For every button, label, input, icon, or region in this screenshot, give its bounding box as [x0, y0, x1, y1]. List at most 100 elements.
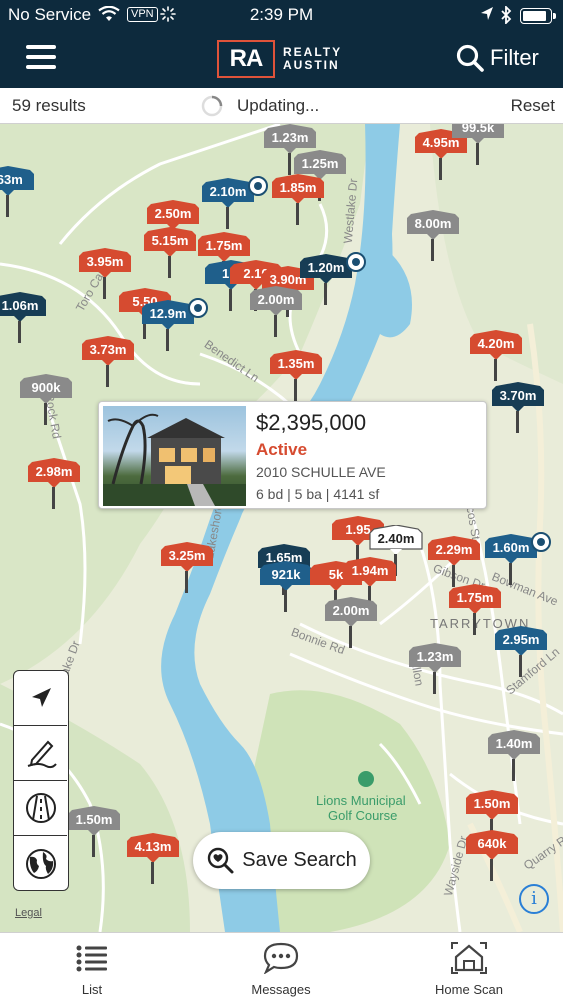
pin-price-label: 3.73m	[89, 342, 127, 357]
listing-pin[interactable]: 5.15m	[142, 227, 198, 278]
listing-photo[interactable]	[103, 406, 246, 506]
listing-pin[interactable]: 1.40m	[486, 730, 542, 781]
tab-bar: List Messages Home Scan	[0, 932, 563, 1000]
listing-pin[interactable]: 2.29m	[426, 536, 482, 587]
bluetooth-icon	[500, 4, 512, 29]
pin-price-label: 2.95m	[502, 632, 540, 647]
open-house-badge-icon	[188, 298, 208, 318]
satellite-button[interactable]	[14, 836, 67, 891]
location-button[interactable]	[14, 671, 67, 726]
pin-stick	[296, 203, 299, 225]
listing-pin[interactable]: .63m	[0, 166, 36, 217]
pin-price-label: 4.13m	[134, 839, 172, 854]
listing-pin[interactable]: 1.94m	[342, 557, 398, 608]
listing-pin[interactable]: 2.50m	[145, 200, 201, 251]
pin-stick	[476, 143, 479, 165]
pin-price-label: 8.00m	[414, 216, 452, 231]
listing-pin[interactable]: 3.70m	[490, 382, 546, 433]
pin-price-label: 1.50m	[473, 796, 511, 811]
pin-stick	[168, 256, 171, 278]
listing-pin[interactable]: 1.85m	[270, 174, 326, 225]
listing-pin[interactable]: 3.73m	[80, 336, 136, 387]
pin-stick	[166, 329, 169, 351]
tab-home-scan[interactable]: Home Scan	[399, 933, 539, 1000]
pin-stick	[439, 158, 442, 180]
listing-pin[interactable]: 1.75m	[196, 232, 252, 283]
park-label: Lions Municipal	[316, 793, 406, 808]
pin-price-label: 2.40m	[377, 531, 415, 546]
listing-pin[interactable]: 4.13m	[125, 833, 181, 884]
road-view-button[interactable]	[14, 781, 67, 836]
pin-price-label: 5.15m	[151, 233, 189, 248]
pin-price-label: 1.75m	[456, 590, 494, 605]
filter-label: Filter	[490, 45, 539, 70]
listing-pin[interactable]: 3.25m	[159, 542, 215, 593]
listing-pin[interactable]: 4.20m	[468, 330, 524, 381]
pin-price-label: 640k	[477, 836, 507, 851]
info-button[interactable]: i	[519, 884, 549, 914]
map-view[interactable]: Toro Canyon Benedict Ln Rock Rd Bonnie R…	[0, 124, 563, 932]
pin-stick	[185, 571, 188, 593]
pin-stick	[18, 321, 21, 343]
location-services-icon	[480, 6, 494, 27]
listing-pin[interactable]: 1.06m	[0, 292, 48, 343]
listing-popup[interactable]: $2,395,000 Active 2010 SCHULLE AVE 6 bd …	[98, 401, 487, 509]
listing-pin[interactable]: 2.95m	[493, 626, 549, 677]
listing-pin[interactable]: 2.00m	[248, 286, 304, 337]
pin-stick	[52, 487, 55, 509]
listing-pin[interactable]: 2.10m	[200, 176, 268, 229]
reset-button[interactable]: Reset	[511, 96, 555, 116]
listing-pin[interactable]: 12.9m	[140, 298, 208, 351]
clock: 2:39 PM	[249, 5, 314, 24]
pin-stick	[349, 626, 352, 648]
listing-pin[interactable]: 1.50m	[66, 806, 122, 857]
listing-pin[interactable]: 1.60m	[483, 532, 551, 585]
listing-pin[interactable]: 1.20m	[298, 252, 366, 305]
listing-pin[interactable]: 2.00m	[323, 597, 379, 648]
legal-link[interactable]: Legal	[15, 907, 42, 919]
listing-pin[interactable]: 8.00m	[405, 210, 461, 261]
pin-price-label: 99.5k	[461, 124, 495, 135]
listing-pin[interactable]: 1.50m	[464, 790, 520, 841]
battery-icon	[520, 8, 556, 24]
results-count: 59 results	[12, 96, 86, 115]
listing-pin[interactable]: 921k	[258, 561, 314, 612]
pin-price-label: 3.95m	[86, 254, 124, 269]
pin-stick	[274, 315, 277, 337]
pin-stick	[294, 379, 297, 401]
messages-icon	[263, 942, 299, 974]
listing-pin[interactable]: 99.5k	[450, 124, 506, 165]
pin-stick	[516, 411, 519, 433]
pin-price-label: 1.25m	[301, 156, 339, 171]
pin-stick	[44, 403, 47, 425]
filter-button[interactable]: Filter	[456, 44, 539, 72]
menu-icon[interactable]	[26, 43, 56, 71]
listing-pin[interactable]: 1.35m	[268, 350, 324, 401]
pin-price-label: 3.70m	[499, 388, 537, 403]
save-search-icon	[208, 847, 234, 873]
listing-pin[interactable]: 3.95m	[77, 248, 133, 299]
listing-pin[interactable]: 1.75m	[447, 584, 503, 635]
listing-pin[interactable]: 1.25m	[292, 150, 348, 201]
listing-pin[interactable]: 900k	[18, 374, 74, 425]
pin-price-label: 2.00m	[257, 292, 295, 307]
save-search-label: Save Search	[242, 849, 357, 871]
listing-status: Active	[256, 440, 308, 459]
listing-pin[interactable]: 640k	[464, 830, 520, 881]
map-controls	[13, 670, 69, 891]
pin-price-label: 921k	[271, 567, 301, 582]
road-icon	[25, 793, 56, 823]
tab-list[interactable]: List	[22, 933, 162, 1000]
listing-pin[interactable]: 2.40m	[368, 525, 424, 576]
draw-button[interactable]	[14, 726, 67, 781]
listing-pin[interactable]: 1.23m	[407, 643, 463, 694]
listing-pin[interactable]: 2.98m	[26, 458, 82, 509]
save-search-button[interactable]: Save Search	[193, 832, 370, 889]
globe-icon	[25, 848, 56, 879]
results-bar: 59 results Updating... Reset	[0, 88, 563, 124]
listing-pin[interactable]: 1.23m	[262, 124, 318, 175]
pin-stick	[103, 277, 106, 299]
pin-stick	[490, 859, 493, 881]
draw-icon	[27, 740, 57, 769]
tab-messages[interactable]: Messages	[211, 933, 351, 1000]
